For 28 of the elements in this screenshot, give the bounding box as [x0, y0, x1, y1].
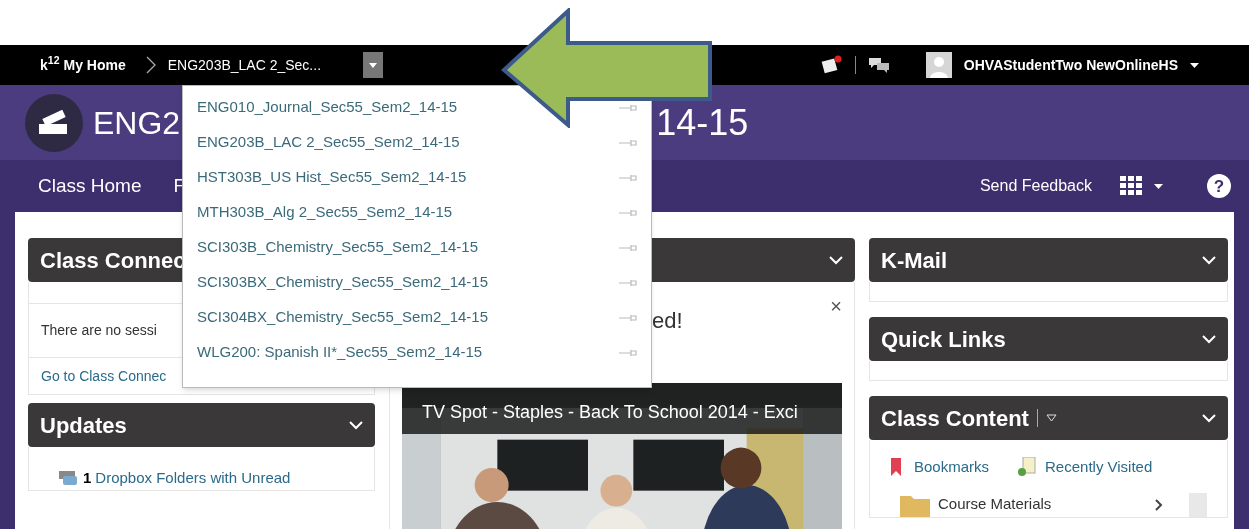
bookmarks-link[interactable]: Bookmarks [914, 456, 990, 479]
close-button[interactable]: × [830, 296, 842, 316]
course-menu-item[interactable]: SCI303B_Chemistry_Sec55_Sem2_14-15 [183, 230, 651, 265]
update-link[interactable]: Dropbox Folders with Unread [95, 467, 291, 490]
help-button[interactable]: ? [1207, 174, 1231, 198]
course-menu-item[interactable]: HST303B_US Hist_Sec55_Sem2_14-15 [183, 160, 651, 195]
course-menu-item[interactable]: ENG203B_LAC 2_Sec55_Sem2_14-15 [183, 125, 651, 160]
update-count: 1 [83, 468, 92, 488]
panel-title: Class Connec [40, 246, 186, 275]
user-name[interactable]: OHVAStudentTwo NewOnlineHS [963, 54, 1178, 76]
course-title: ENG2 [93, 103, 181, 143]
course-title: 14-15 [656, 100, 749, 145]
video-title: TV Spot - Staples - Back To School 2014 - Exci [402, 383, 842, 434]
nav-link[interactable]: Class Home [38, 171, 142, 201]
course-menu-item[interactable]: SCI303BX_Chemistry_Sec55_Sem2_14-15 [183, 265, 651, 300]
course-menu-item[interactable]: MTH303B_Alg 2_Sec55_Sem2_14-15 [183, 195, 651, 230]
current-course[interactable]: ENG203B_LAC 2_Sec... [167, 54, 363, 76]
panel-title: K-Mail [881, 246, 947, 275]
home-link[interactable]: My Home [63, 54, 126, 76]
panel-title: Quick Links [881, 325, 1006, 354]
logo: k$^{12}$ [40, 54, 60, 75]
panel-title: Updates [40, 411, 127, 440]
recently-visited-link[interactable]: Recently Visited [1045, 456, 1153, 479]
course-menu-item[interactable]: ENG010_Journal_Sec55_Sem2_14-15 [183, 90, 651, 125]
send-feedback-link[interactable]: Send Feedback [979, 174, 1092, 198]
content-item[interactable]: Course Materials [938, 493, 1052, 516]
notice-text: ed! [652, 307, 683, 335]
panel-title: Class Content [881, 404, 1029, 433]
